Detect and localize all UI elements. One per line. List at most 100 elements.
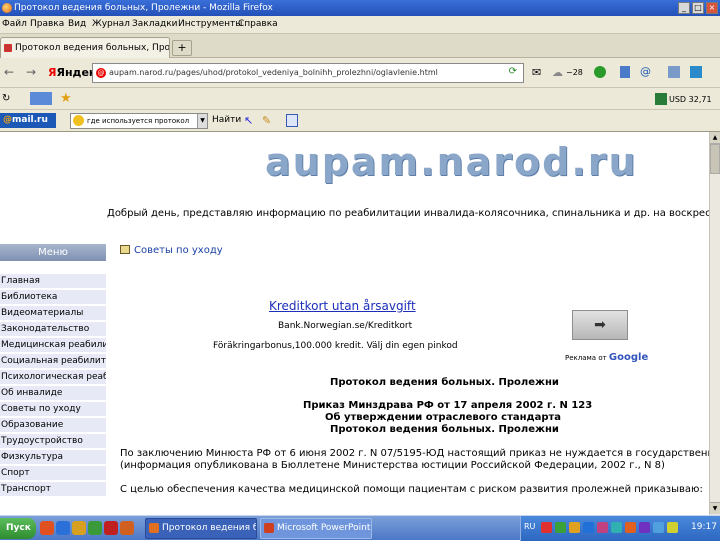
bookmarks-toolbar: ↻ ★ USD 32,71 — [0, 88, 720, 110]
scroll-up-icon[interactable]: ▲ — [710, 132, 720, 144]
tray-icon[interactable] — [611, 522, 622, 533]
clock: 19:17 — [691, 522, 717, 532]
quicklaunch-icon[interactable] — [88, 521, 102, 535]
scroll-down-icon[interactable]: ▼ — [710, 502, 720, 514]
refresh-icon[interactable]: ↻ — [2, 93, 10, 104]
window-titlebar: Протокол ведения больных, Пролежни - Moz… — [0, 0, 720, 16]
paragraph-line: По заключению Минюста РФ от 6 июня 2002 … — [120, 448, 709, 459]
site-banner: aupam.narod.ru — [265, 140, 638, 184]
sidebar-item[interactable]: Законодательство — [0, 322, 106, 337]
favorites-star-icon[interactable]: ★ — [60, 91, 72, 106]
sidebar-item[interactable]: Библиотека — [0, 290, 106, 305]
tab-active[interactable]: Протокол ведения больных, Пролежни — [0, 37, 170, 58]
tray-icon[interactable] — [597, 522, 608, 533]
mailru-toolbar: @mail.ru где используется протокол ▼ Най… — [0, 110, 720, 132]
scroll-thumb[interactable] — [710, 144, 720, 174]
tray-icon[interactable] — [625, 522, 636, 533]
order-line: Протокол ведения больных. Пролежни — [330, 424, 559, 435]
menu-history[interactable]: Журнал — [92, 19, 130, 29]
sidebar-item[interactable]: Физкультура — [0, 450, 106, 465]
tray-icon[interactable] — [555, 522, 566, 533]
chevron-down-icon[interactable]: ▼ — [197, 114, 207, 128]
vertical-scrollbar[interactable]: ▲ ▼ — [709, 132, 720, 515]
sidebar-item[interactable]: Советы по уходу — [0, 402, 106, 417]
mailru-text: mail.ru — [12, 115, 48, 125]
minimize-button[interactable]: _ — [678, 2, 690, 14]
mail-icon[interactable]: ✉ — [532, 66, 541, 79]
quicklaunch-icon[interactable] — [120, 521, 134, 535]
windows-taskbar: Пуск Протокол ведения б... Microsoft Pow… — [0, 515, 720, 541]
sidebar-item[interactable]: Социальная реабилитация — [0, 354, 106, 369]
reload-icon[interactable]: ⟳ — [509, 66, 517, 77]
download-icon[interactable] — [690, 66, 702, 78]
toolbar-icon[interactable] — [30, 92, 52, 105]
tab-label: Протокол ведения больных, Пролежни — [15, 43, 170, 53]
sidebar-item[interactable]: Видеоматериалы — [0, 306, 106, 321]
bookmark-icon[interactable] — [620, 66, 630, 78]
forward-icon[interactable]: → — [26, 65, 36, 79]
addon-icon[interactable] — [668, 66, 680, 78]
navigation-toolbar: ← → ЯЯндекс @ aupam.narod.ru/pages/uhod/… — [0, 58, 720, 88]
menu-edit[interactable]: Правка — [30, 19, 64, 29]
search-engine-icon — [73, 115, 84, 126]
mailru-logo[interactable]: @mail.ru — [0, 113, 56, 128]
currency-readout: USD 32,71 — [669, 95, 712, 104]
quicklaunch-icon[interactable] — [56, 521, 70, 535]
status-icon[interactable] — [594, 66, 606, 78]
page-icon[interactable] — [286, 114, 298, 127]
welcome-text: Добрый день, представляю информацию по р… — [107, 208, 709, 219]
doc-heading: Протокол ведения больных. Пролежни — [330, 377, 559, 388]
section-title[interactable]: Советы по уходу — [120, 245, 223, 256]
quicklaunch-icon[interactable] — [104, 521, 118, 535]
quicklaunch-icon[interactable] — [40, 521, 54, 535]
sidebar-item[interactable]: Образование — [0, 418, 106, 433]
at-icon[interactable]: @ — [640, 65, 651, 78]
sidebar-item[interactable]: Трудоустройство — [0, 434, 106, 449]
pencil-icon[interactable]: ✎ — [262, 114, 271, 127]
sidebar-item[interactable]: Транспорт — [0, 482, 106, 497]
language-indicator[interactable]: RU — [524, 522, 535, 531]
back-icon[interactable]: ← — [4, 65, 14, 79]
search-placeholder: где используется протокол — [87, 117, 190, 125]
menu-file[interactable]: Файл — [2, 19, 27, 29]
menu-view[interactable]: Вид — [68, 19, 86, 29]
section-title-text: Советы по уходу — [134, 245, 223, 256]
tray-icon[interactable] — [569, 522, 580, 533]
weather-icon[interactable]: ☁ — [552, 66, 563, 79]
cursor-icon[interactable]: ↖ — [244, 114, 253, 127]
url-bar[interactable]: @ aupam.narod.ru/pages/uhod/protokol_ved… — [92, 63, 524, 83]
close-button[interactable]: × — [706, 2, 718, 14]
menu-tools[interactable]: Инструменты — [178, 19, 242, 29]
menu-bookmarks[interactable]: Закладки — [132, 19, 178, 29]
tray-icon[interactable] — [639, 522, 650, 533]
window-title: Протокол ведения больных, Пролежни - Moz… — [14, 3, 273, 13]
mailru-search-input[interactable]: где используется протокол ▼ — [70, 113, 208, 129]
sidebar-item[interactable]: Главная — [0, 274, 106, 289]
quicklaunch-icon[interactable] — [72, 521, 86, 535]
paragraph-line: (информация опубликована в Бюллетене Мин… — [120, 460, 665, 471]
order-line: Приказ Минздрава РФ от 17 апреля 2002 г.… — [303, 400, 593, 411]
ad-arrow-button[interactable]: ➡ — [572, 310, 628, 340]
site-icon: @ — [96, 68, 106, 78]
tray-icon[interactable] — [653, 522, 664, 533]
taskbar-item-powerpoint[interactable]: Microsoft PowerPoint - ... — [260, 518, 372, 539]
tray-icon[interactable] — [667, 522, 678, 533]
sidebar-item[interactable]: Спорт — [0, 466, 106, 481]
ad-url[interactable]: Bank.Norwegian.se/Kreditkort — [278, 321, 412, 331]
page-content: aupam.narod.ru Добрый день, представляю … — [0, 132, 709, 515]
find-button[interactable]: Найти — [212, 115, 241, 125]
start-button[interactable]: Пуск — [0, 518, 36, 539]
temperature-readout: −28 — [566, 68, 583, 77]
ads-by-google[interactable]: Реклама от Google — [565, 352, 648, 363]
sidebar-item[interactable]: Медицинская реабилитация — [0, 338, 106, 353]
google-logo: Google — [608, 352, 649, 363]
ad-title-link[interactable]: Kreditkort utan årsavgift — [269, 299, 416, 313]
new-tab-button[interactable]: + — [172, 40, 192, 56]
menu-help[interactable]: Справка — [238, 19, 278, 29]
maximize-button[interactable]: □ — [692, 2, 704, 14]
sidebar-item[interactable]: Об инвалиде — [0, 386, 106, 401]
tray-icon[interactable] — [541, 522, 552, 533]
tray-icon[interactable] — [583, 522, 594, 533]
taskbar-item-firefox[interactable]: Протокол ведения б... — [145, 518, 257, 539]
sidebar-item[interactable]: Психологическая реабилитация — [0, 370, 106, 385]
